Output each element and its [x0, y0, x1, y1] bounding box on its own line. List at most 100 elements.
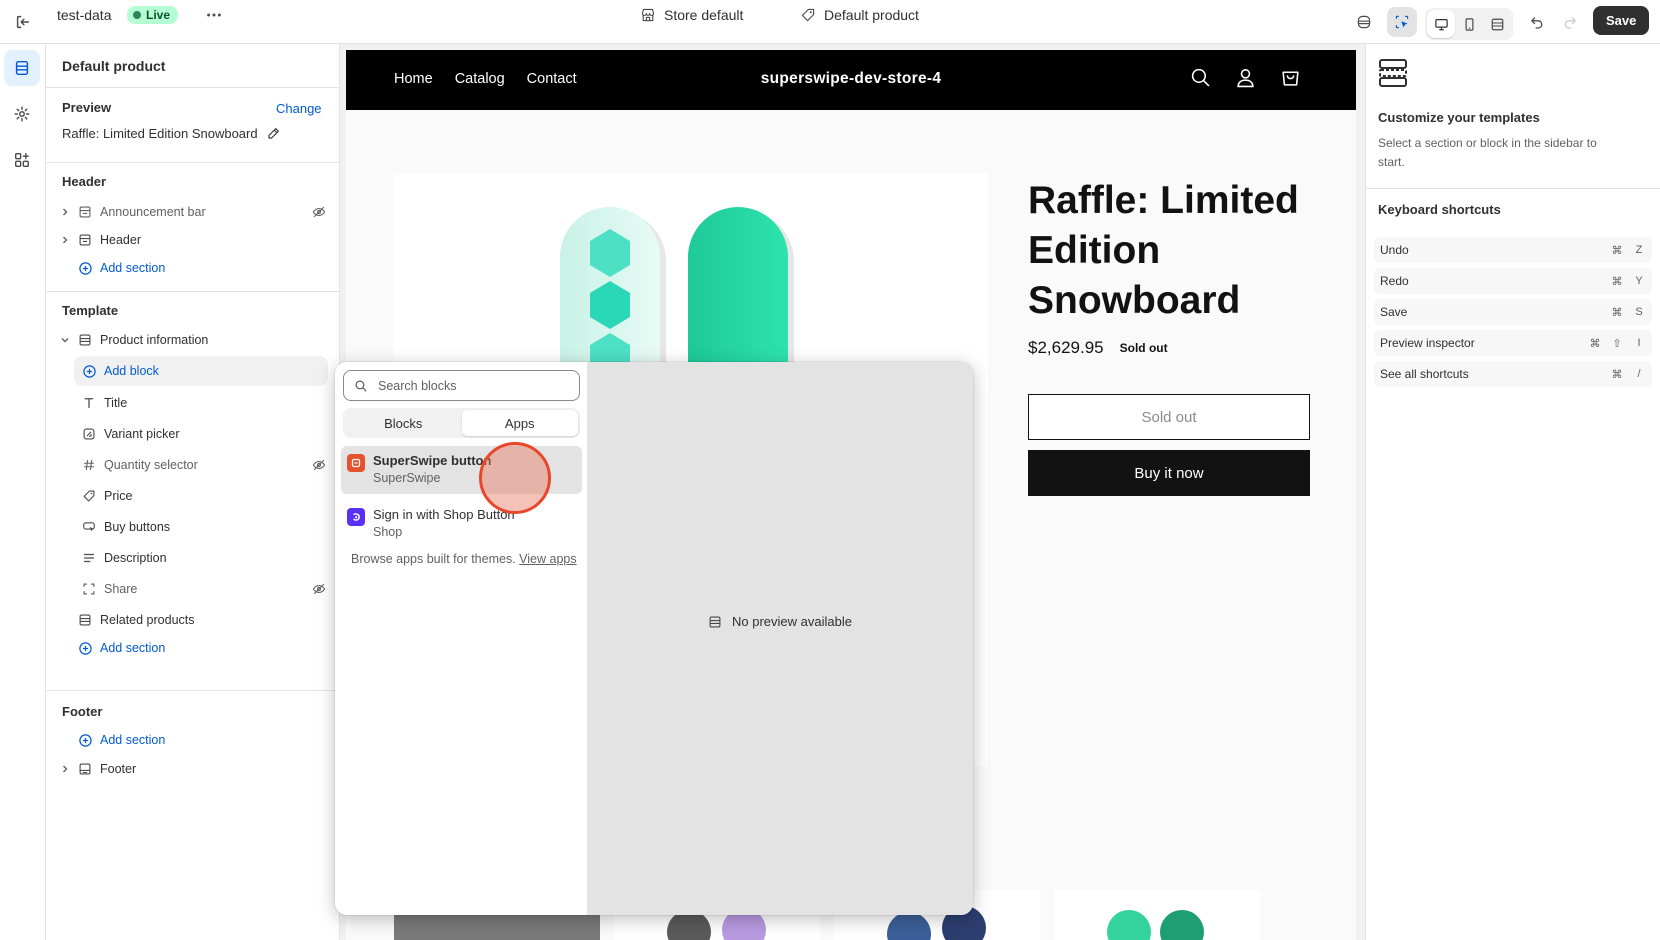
block-title[interactable]: Title [74, 389, 328, 417]
app-block-name: Sign in with Shop Button [373, 507, 515, 522]
block-list-pane: Blocks Apps SuperSwipe button SuperSwipe… [335, 362, 587, 915]
related-product-card[interactable] [1054, 890, 1260, 940]
block-type-tabs: Blocks Apps [343, 408, 580, 438]
block-share[interactable]: Share [74, 575, 328, 603]
add-section-header-button[interactable]: Add section [58, 254, 328, 282]
block-label: Share [104, 582, 138, 596]
text-lines-icon [80, 551, 98, 565]
divider [46, 291, 340, 292]
right-panel: Customize your templates Select a sectio… [1365, 44, 1660, 940]
block-quantity-selector[interactable]: Quantity selector [74, 451, 328, 479]
add-section-template-button[interactable]: Add section [58, 634, 328, 662]
cart-icon[interactable] [1280, 67, 1301, 88]
block-label: Price [104, 489, 133, 503]
app-embeds-icon[interactable] [1349, 7, 1379, 37]
section-related-products[interactable]: Related products [58, 606, 328, 634]
superswipe-logo-icon [347, 454, 365, 472]
templates-icon [1378, 58, 1408, 88]
block-label: Quantity selector [104, 458, 198, 472]
hidden-eye-icon[interactable] [310, 458, 328, 472]
app-block-name: SuperSwipe button [373, 453, 492, 468]
more-actions-icon[interactable] [199, 0, 229, 30]
apps-icon[interactable] [4, 142, 40, 178]
block-buy-buttons[interactable]: Buy buttons [74, 513, 328, 541]
block-description[interactable]: Description [74, 544, 328, 572]
section-icon [76, 762, 94, 776]
section-icon [76, 333, 94, 347]
shortcut-key: Z [1635, 243, 1643, 256]
section-product-information[interactable]: Product information [58, 326, 328, 354]
app-block-sign-in-with-shop[interactable]: Sign in with Shop Button Shop [341, 500, 582, 548]
live-label: Live [146, 8, 171, 22]
search-icon[interactable] [1190, 67, 1211, 88]
inspector-icon[interactable] [1387, 7, 1417, 37]
customize-description: Select a section or block in the sidebar… [1378, 136, 1597, 169]
hash-icon [80, 458, 98, 472]
block-variant-picker[interactable]: Variant picker [74, 420, 328, 448]
chevron-right-icon[interactable] [58, 235, 72, 245]
template-group-label: Template [62, 303, 119, 318]
view-apps-link[interactable]: View apps [519, 552, 576, 566]
shortcut-key: ⌘ [1611, 275, 1623, 288]
add-section-label: Add section [100, 733, 166, 747]
live-dot-icon [133, 11, 141, 19]
redo-icon[interactable] [1555, 7, 1585, 37]
save-button[interactable]: Save [1593, 6, 1650, 35]
price-tag-icon [80, 489, 98, 503]
buy-it-now-button[interactable]: Buy it now [1028, 450, 1310, 496]
mobile-icon[interactable] [1455, 10, 1483, 38]
section-announcement-bar[interactable]: Announcement bar [58, 198, 328, 226]
tab-blocks[interactable]: Blocks [345, 410, 462, 436]
chevron-right-icon[interactable] [58, 207, 72, 217]
section-icon [76, 233, 94, 247]
section-icon [709, 616, 721, 627]
shortcuts-title: Keyboard shortcuts [1378, 202, 1501, 217]
shortcut-key: ⌘ [1589, 337, 1601, 350]
search-blocks-field[interactable] [343, 370, 580, 401]
footer-group-label: Footer [62, 704, 103, 719]
add-block-button[interactable]: Add block [74, 356, 328, 386]
sold-out-button[interactable]: Sold out [1028, 394, 1310, 440]
template-selector[interactable]: Default product [800, 7, 919, 23]
exit-icon[interactable] [8, 7, 38, 37]
section-header[interactable]: Header [58, 226, 328, 254]
block-preview-pane: No preview available [587, 362, 973, 915]
click-indicator [479, 442, 551, 514]
chevron-right-icon[interactable] [58, 764, 72, 774]
no-preview-message: No preview available [587, 614, 973, 629]
hidden-eye-icon[interactable] [310, 205, 328, 219]
undo-icon[interactable] [1522, 7, 1552, 37]
edit-pencil-icon[interactable] [266, 126, 281, 141]
desktop-icon[interactable] [1427, 10, 1455, 38]
hidden-eye-icon[interactable] [310, 582, 328, 596]
theme-selector[interactable]: Store default [640, 7, 743, 23]
shortcut-label: Undo [1380, 243, 1409, 257]
divider [46, 162, 340, 163]
add-section-footer-button[interactable]: Add section [58, 726, 328, 754]
shortcut-label: Save [1380, 305, 1408, 319]
shortcut-label: Preview inspector [1380, 336, 1475, 350]
block-label: Buy buttons [104, 520, 171, 534]
shortcut-key: ⌘ [1611, 368, 1623, 381]
shortcut-label: Redo [1380, 274, 1409, 288]
block-price[interactable]: Price [74, 482, 328, 510]
section-footer[interactable]: Footer [58, 755, 328, 783]
section-label: Announcement bar [100, 205, 206, 219]
preview-product[interactable]: Raffle: Limited Edition Snowboard [62, 126, 281, 141]
shortcut-undo: Undo ⌘ Z [1374, 237, 1652, 263]
search-blocks-input[interactable] [378, 378, 568, 393]
browse-apps-label: Browse apps built for themes. [351, 552, 516, 566]
theme-label: Store default [664, 7, 744, 23]
block-label: Title [104, 396, 128, 410]
section-icon [76, 205, 94, 219]
theme-settings-gear-icon[interactable] [4, 96, 40, 132]
plus-circle-icon [76, 261, 94, 276]
account-icon[interactable] [1235, 67, 1256, 88]
chevron-down-icon[interactable] [58, 335, 72, 345]
change-preview-link[interactable]: Change [276, 101, 322, 116]
shortcut-see-all[interactable]: See all shortcuts ⌘ / [1374, 361, 1652, 387]
fullscreen-icon[interactable] [1483, 10, 1511, 38]
tab-apps[interactable]: Apps [461, 410, 578, 436]
shortcut-key: / [1637, 367, 1641, 380]
sections-icon[interactable] [4, 50, 40, 86]
